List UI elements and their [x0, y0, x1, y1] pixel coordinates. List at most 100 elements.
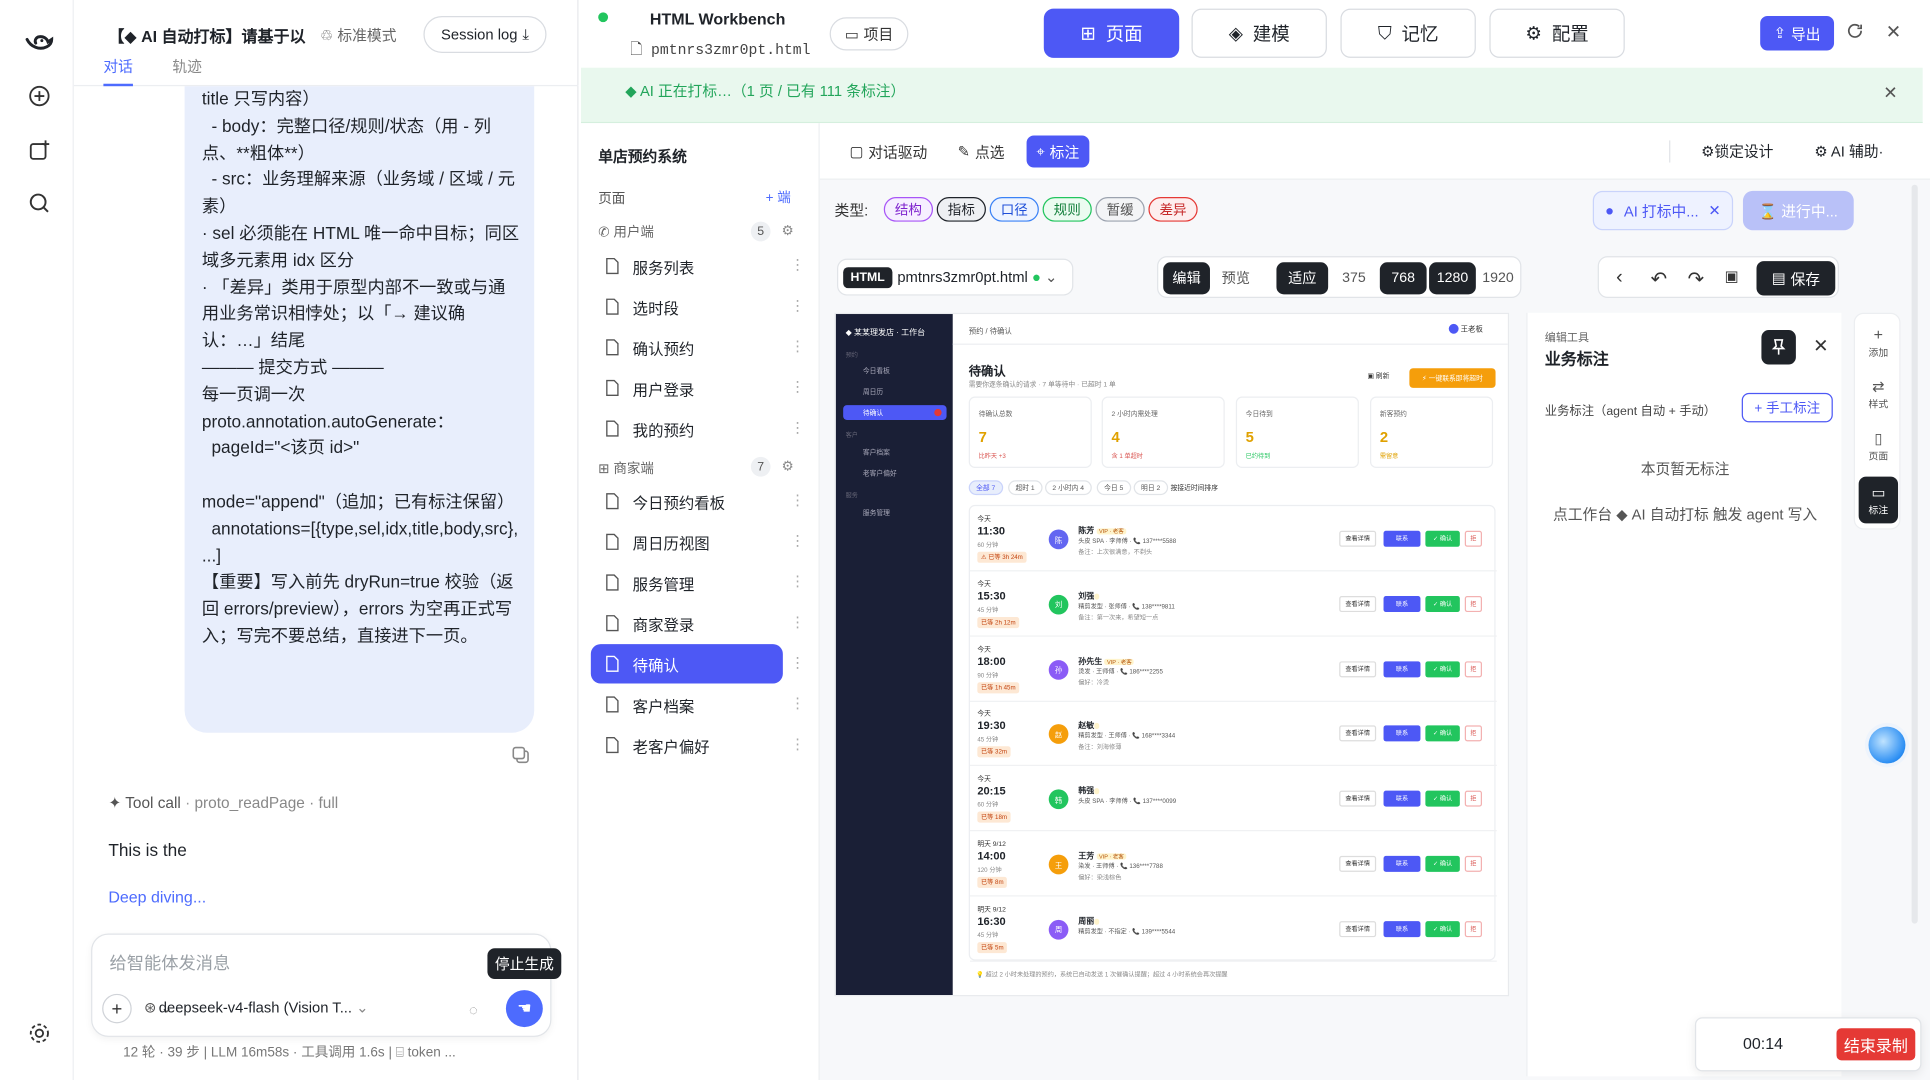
- page-preview[interactable]: ◆ 某某理发店 · 工作台 预约 今日看板 周日历 待确认 客户 客户档案 老客…: [834, 312, 1510, 997]
- session-log-button[interactable]: Session log ⤓: [423, 16, 547, 53]
- contact-button[interactable]: 联系: [1383, 855, 1421, 872]
- table-row[interactable]: 今天 19:30 45 分钟 已等 32m 赵赵敏 精剪发型 · 王师傅 · 📞 168…: [969, 701, 1497, 767]
- mode-indicator[interactable]: ♲ 标准模式: [320, 25, 396, 46]
- view-detail-button[interactable]: 查看详情: [1339, 725, 1377, 742]
- preview-nav-item-active[interactable]: 待确认: [843, 405, 947, 420]
- table-row[interactable]: 今天 11:30 60 分钟 ⚠ 已等 3h 24m 陈陈芳 VIP · 老客 头皮 SP…: [969, 506, 1497, 572]
- group-user[interactable]: ✆ 用户端: [598, 222, 654, 242]
- refresh-icon[interactable]: [1846, 22, 1863, 39]
- reject-button[interactable]: 拒: [1464, 530, 1483, 547]
- contact-button[interactable]: 联系: [1383, 920, 1421, 937]
- viewport-1280[interactable]: 1280: [1429, 262, 1476, 295]
- preview-refresh-button[interactable]: ▣ 刷新: [1368, 371, 1390, 380]
- confirm-button[interactable]: ✓ 确认: [1425, 725, 1460, 742]
- page-item[interactable]: 服务管理: [591, 563, 783, 602]
- annotate-button[interactable]: ⌖ 标注: [1026, 135, 1090, 168]
- page-item[interactable]: 今日预约看板: [591, 482, 783, 521]
- view-detail-button[interactable]: 查看详情: [1339, 855, 1377, 872]
- close-icon[interactable]: ✕: [1813, 335, 1828, 357]
- file-selector[interactable]: HTML pmtnrs3zmr0pt.html ● ⌄: [837, 258, 1074, 296]
- save-button[interactable]: ▤ 保存: [1756, 261, 1836, 296]
- preview-nav-item[interactable]: 今日看板: [843, 363, 946, 378]
- message-composer[interactable]: 给智能体发消息 + ⊛ ⌄ deepseek-v4-flash (Vision …: [91, 933, 552, 1037]
- reject-button[interactable]: 拒: [1464, 595, 1483, 612]
- preview-sort[interactable]: 按接近时间排序: [1171, 483, 1218, 492]
- more-icon[interactable]: ⋮: [790, 695, 805, 712]
- page-item[interactable]: 商家登录: [591, 603, 783, 642]
- redo-icon[interactable]: ↷: [1688, 267, 1705, 292]
- ai-labeling-pill[interactable]: ● AI 打标中... ✕: [1592, 190, 1734, 231]
- ai-assist-button[interactable]: ⚙ AI 辅助·: [1814, 140, 1883, 161]
- attach-button[interactable]: +: [102, 993, 132, 1024]
- preview-contact-button[interactable]: ⚡ 一键联系即将超时: [1409, 368, 1496, 388]
- nav-config-button[interactable]: ⚙ 配置: [1489, 8, 1625, 58]
- nav-memory-button[interactable]: ⛉ 记忆: [1340, 8, 1476, 58]
- reject-button[interactable]: 拒: [1464, 855, 1483, 872]
- add-endpoint-button[interactable]: + 端: [766, 187, 791, 207]
- page-item[interactable]: 我的预约: [591, 409, 783, 448]
- preview-nav-item[interactable]: 周日历: [843, 384, 946, 399]
- close-icon[interactable]: ✕: [1708, 202, 1720, 219]
- chip-structure[interactable]: 结构: [883, 197, 934, 222]
- view-detail-button[interactable]: 查看详情: [1339, 660, 1377, 677]
- page-item[interactable]: 老客户偏好: [591, 725, 783, 764]
- table-row[interactable]: 今天 15:30 45 分钟 已等 2h 12m 刘刘强 精剪发型 · 张师傅 · 📞 …: [969, 571, 1497, 637]
- more-icon[interactable]: ⋮: [790, 256, 805, 273]
- chip-rule[interactable]: 规则: [1042, 197, 1092, 222]
- reject-button[interactable]: 拒: [1464, 660, 1483, 677]
- view-detail-button[interactable]: 查看详情: [1339, 530, 1377, 547]
- model-selector[interactable]: deepseek-v4-flash (Vision T... ⌄: [159, 999, 369, 1016]
- view-detail-button[interactable]: 查看详情: [1339, 595, 1377, 612]
- banner-close-icon[interactable]: ✕: [1883, 83, 1897, 104]
- copy-icon[interactable]: [512, 746, 532, 766]
- page-item[interactable]: 周日历视图: [591, 522, 783, 561]
- more-icon[interactable]: ⋮: [790, 297, 805, 314]
- search-icon[interactable]: [22, 186, 56, 220]
- lock-design-button[interactable]: ⚙锁定设计: [1701, 140, 1773, 161]
- preview-nav-item[interactable]: 客户档案: [843, 445, 946, 460]
- more-icon[interactable]: ⋮: [790, 419, 805, 436]
- reject-button[interactable]: 拒: [1464, 725, 1483, 742]
- preview-nav-item[interactable]: 服务管理: [843, 505, 946, 520]
- add-page-icon[interactable]: [22, 133, 56, 167]
- assistant-ball-icon[interactable]: [1868, 726, 1906, 764]
- contact-button[interactable]: 联系: [1383, 790, 1421, 807]
- project-button[interactable]: ▭ 项目: [829, 17, 909, 51]
- chip-diff[interactable]: 差异: [1148, 197, 1198, 222]
- contact-button[interactable]: 联系: [1383, 660, 1421, 677]
- tab-dialogue[interactable]: 对话: [103, 55, 133, 87]
- group-merchant[interactable]: ⊞ 商家端: [598, 458, 654, 478]
- page-item-active[interactable]: 待确认: [590, 644, 783, 684]
- preview-filter[interactable]: 超时 1: [1008, 480, 1043, 496]
- more-icon[interactable]: ⋮: [790, 491, 805, 508]
- stop-recording-button[interactable]: 结束录制: [1836, 1028, 1916, 1061]
- undo-icon[interactable]: ↶: [1651, 267, 1668, 292]
- table-row[interactable]: 明天 9/12 14:00 120 分钟 已等 8m 王王芳 VIP · 老客 染发 · …: [969, 831, 1497, 897]
- confirm-button[interactable]: ✓ 确认: [1425, 660, 1460, 677]
- confirm-button[interactable]: ✓ 确认: [1425, 790, 1460, 807]
- chat-driven-button[interactable]: ▢ 对话驱动: [839, 135, 937, 167]
- settings-gear-icon[interactable]: [22, 1016, 56, 1050]
- tool-add[interactable]: + 添加: [1859, 319, 1898, 366]
- tool-call-line[interactable]: ✦ Tool call · proto_readPage · full: [108, 793, 338, 811]
- more-icon[interactable]: ⋮: [790, 573, 805, 590]
- table-row[interactable]: 今天 20:15 60 分钟 已等 18m 韩韩强 头皮 SPA · 李师傅 · 📞 1…: [969, 766, 1497, 832]
- more-icon[interactable]: ⋮: [790, 337, 805, 354]
- contact-button[interactable]: 联系: [1383, 595, 1421, 612]
- nav-pages-button[interactable]: ⊞ 页面: [1043, 8, 1180, 58]
- viewport-768[interactable]: 768: [1379, 262, 1427, 295]
- message-input[interactable]: 给智能体发消息: [110, 951, 231, 976]
- preview-filter[interactable]: 明日 2: [1133, 480, 1168, 496]
- preview-mode-button[interactable]: 预览: [1212, 262, 1259, 294]
- view-detail-button[interactable]: 查看详情: [1339, 790, 1377, 807]
- page-item[interactable]: 选时段: [591, 287, 783, 326]
- group-settings-icon[interactable]: ⚙: [782, 458, 794, 474]
- stop-generation-button[interactable]: ☚: [505, 990, 543, 1028]
- more-icon[interactable]: ⋮: [790, 654, 805, 671]
- edit-mode-button[interactable]: 编辑: [1163, 262, 1210, 295]
- preview-filter[interactable]: 今日 5: [1096, 480, 1131, 496]
- pin-icon[interactable]: [1761, 330, 1796, 365]
- viewport-375[interactable]: 375: [1331, 262, 1378, 294]
- chip-defer[interactable]: 暂缓: [1095, 197, 1145, 222]
- chip-metric[interactable]: 指标: [936, 197, 986, 222]
